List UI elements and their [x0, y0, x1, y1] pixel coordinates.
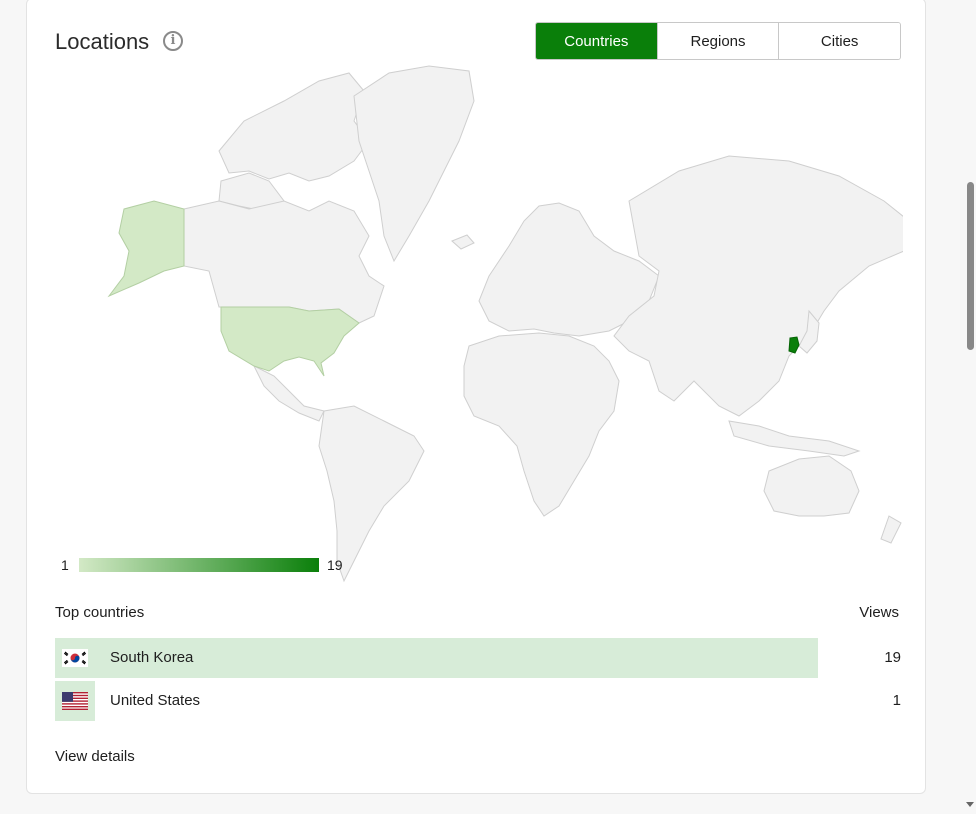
tab-regions[interactable]: Regions: [656, 23, 779, 59]
united-states-flag-icon: [55, 681, 95, 721]
scroll-down-arrow-icon[interactable]: [966, 802, 974, 807]
map-canada: [183, 200, 385, 324]
map-new-zealand: [880, 515, 902, 544]
info-icon[interactable]: i: [163, 31, 183, 51]
country-name: South Korea: [110, 649, 194, 666]
page-title: Locations: [55, 29, 150, 54]
map-arctic-islands: [218, 72, 370, 182]
view-details-link[interactable]: View details: [55, 748, 135, 765]
world-map: [107, 65, 903, 583]
table-row[interactable]: United States 1: [55, 681, 901, 721]
map-iceland: [451, 234, 475, 250]
legend-max-label: 19: [327, 557, 343, 573]
map-south-america: [318, 405, 425, 583]
location-tabs: Countries Regions Cities: [535, 22, 901, 60]
map-alaska: [107, 200, 185, 298]
locations-card: Locations i Countries Regions Cities 1 1…: [26, 0, 926, 794]
country-views: 1: [892, 692, 901, 709]
country-views: 19: [884, 649, 901, 666]
map-central-america: [252, 364, 325, 422]
map-south-korea: [788, 336, 800, 354]
tab-countries[interactable]: Countries: [536, 23, 657, 59]
south-korea-flag-icon: [55, 638, 95, 678]
map-greenland: [353, 65, 475, 263]
table-header-countries: Top countries: [55, 604, 145, 621]
country-name: United States: [110, 692, 201, 709]
legend-gradient-bar: [79, 558, 319, 572]
table-header-views: Views: [859, 604, 899, 621]
map-australia: [763, 455, 860, 517]
table-row[interactable]: South Korea 19: [55, 638, 901, 678]
map-se-asia: [728, 420, 861, 457]
legend-min-label: 1: [61, 557, 69, 573]
map-asia: [613, 155, 903, 417]
tab-cities[interactable]: Cities: [778, 23, 900, 59]
scrollbar-thumb[interactable]: [967, 182, 974, 350]
page-scrollbar[interactable]: [964, 0, 976, 814]
map-africa: [463, 332, 620, 517]
map-united-states: [220, 306, 360, 377]
